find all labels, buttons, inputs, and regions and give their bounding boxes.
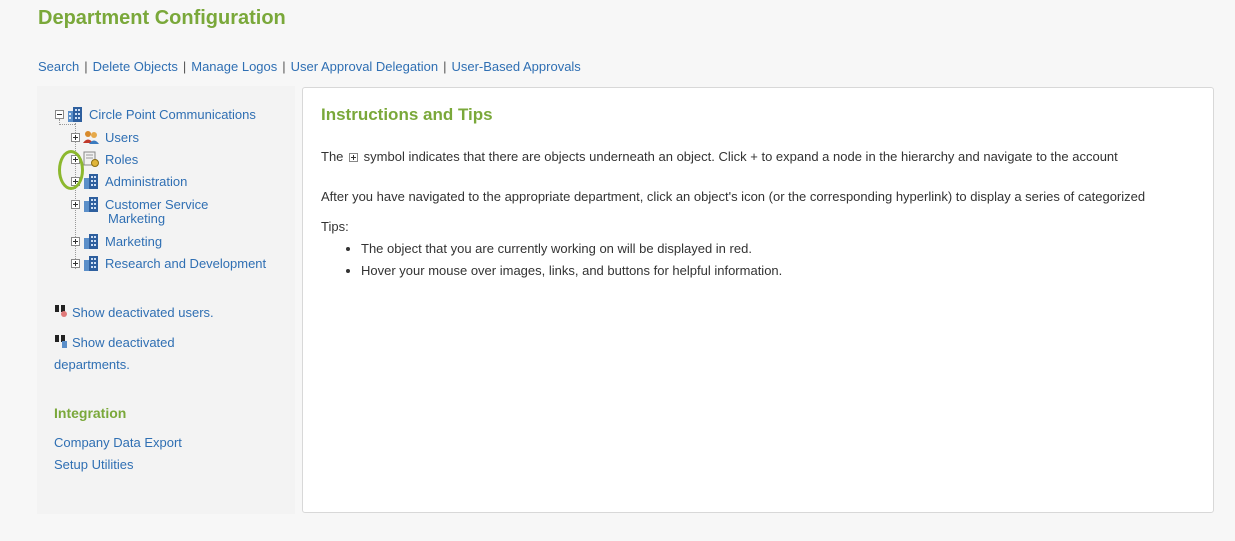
instructions-panel: Instructions and Tips The symbol indicat…: [302, 87, 1214, 513]
tree-label[interactable]: Roles: [105, 152, 138, 167]
collapse-icon[interactable]: [55, 109, 64, 119]
para-text: The: [321, 149, 344, 164]
show-deactivated-users-link[interactable]: Show deactivated users.: [72, 305, 214, 320]
expand-icon[interactable]: [71, 236, 80, 246]
setup-utilities-link[interactable]: Setup Utilities: [54, 457, 133, 472]
para-text: symbol indicates that there are objects …: [363, 149, 1118, 164]
building-icon[interactable]: [83, 196, 99, 212]
show-deactivated-departments-link[interactable]: Show deactivated: [72, 335, 175, 350]
binoculars-building-icon: [55, 335, 67, 348]
top-nav-links: Search | Delete Objects | Manage Logos | User …: [38, 59, 581, 74]
list-item: The object that you are currently workin…: [361, 238, 782, 260]
highlight-circle: [58, 150, 84, 190]
expand-icon[interactable]: [71, 132, 80, 142]
integration-heading: Integration: [54, 405, 127, 421]
tree-node-users[interactable]: Users: [71, 128, 139, 146]
users-icon[interactable]: [83, 129, 99, 145]
tips-list: The object that you are currently workin…: [341, 238, 782, 282]
tree-label[interactable]: Users: [105, 130, 139, 145]
building-icon[interactable]: [83, 255, 99, 271]
tree-label[interactable]: Circle Point Communications: [89, 107, 256, 122]
binoculars-user-icon: [55, 305, 67, 317]
tree-node-marketing[interactable]: Marketing: [108, 209, 165, 227]
tree-node-marketing[interactable]: Marketing: [71, 232, 162, 250]
delete-objects-link[interactable]: Delete Objects: [93, 59, 178, 74]
tree-connector-line: [59, 124, 75, 125]
tree-label[interactable]: Marketing: [105, 234, 162, 249]
user-approval-delegation-link[interactable]: User Approval Delegation: [291, 59, 438, 74]
instruction-paragraph: After you have navigated to the appropri…: [321, 189, 1146, 204]
tree-label[interactable]: Administration: [105, 174, 187, 189]
page-title: Department Configuration: [38, 7, 286, 29]
tree-label[interactable]: Research and Development: [105, 256, 266, 271]
building-icon[interactable]: [83, 233, 99, 249]
list-item: Hover your mouse over images, links, and…: [361, 260, 782, 282]
separator: |: [282, 59, 286, 74]
search-link[interactable]: Search: [38, 59, 79, 74]
show-deactivated-departments[interactable]: Show deactivated departments.: [54, 332, 175, 376]
roles-icon[interactable]: [83, 151, 99, 167]
manage-logos-link[interactable]: Manage Logos: [191, 59, 277, 74]
building-icon[interactable]: [67, 106, 83, 122]
instructions-title: Instructions and Tips: [321, 105, 493, 124]
tree-label[interactable]: Marketing: [108, 211, 165, 226]
tree-node-administration[interactable]: Administration: [71, 172, 187, 190]
separator: |: [84, 59, 88, 74]
building-icon[interactable]: [83, 173, 99, 189]
tips-label: Tips:: [321, 219, 349, 234]
sidebar: Circle Point Communications Users Roles …: [37, 86, 295, 514]
separator: |: [182, 59, 187, 74]
separator: |: [443, 59, 447, 74]
tree-node-root[interactable]: Circle Point Communications: [55, 105, 256, 123]
show-deactivated-users[interactable]: Show deactivated users.: [54, 302, 214, 324]
expand-icon[interactable]: [71, 199, 80, 209]
instruction-paragraph: The symbol indicates that there are obje…: [321, 149, 1118, 164]
tree-node-research-and-development[interactable]: Research and Development: [71, 254, 266, 272]
expand-icon[interactable]: [71, 258, 80, 268]
company-data-export-link[interactable]: Company Data Export: [54, 435, 182, 450]
show-deactivated-departments-link-cont[interactable]: departments.: [54, 357, 130, 372]
expand-icon: [349, 153, 359, 162]
user-based-approvals-link[interactable]: User-Based Approvals: [451, 59, 580, 74]
